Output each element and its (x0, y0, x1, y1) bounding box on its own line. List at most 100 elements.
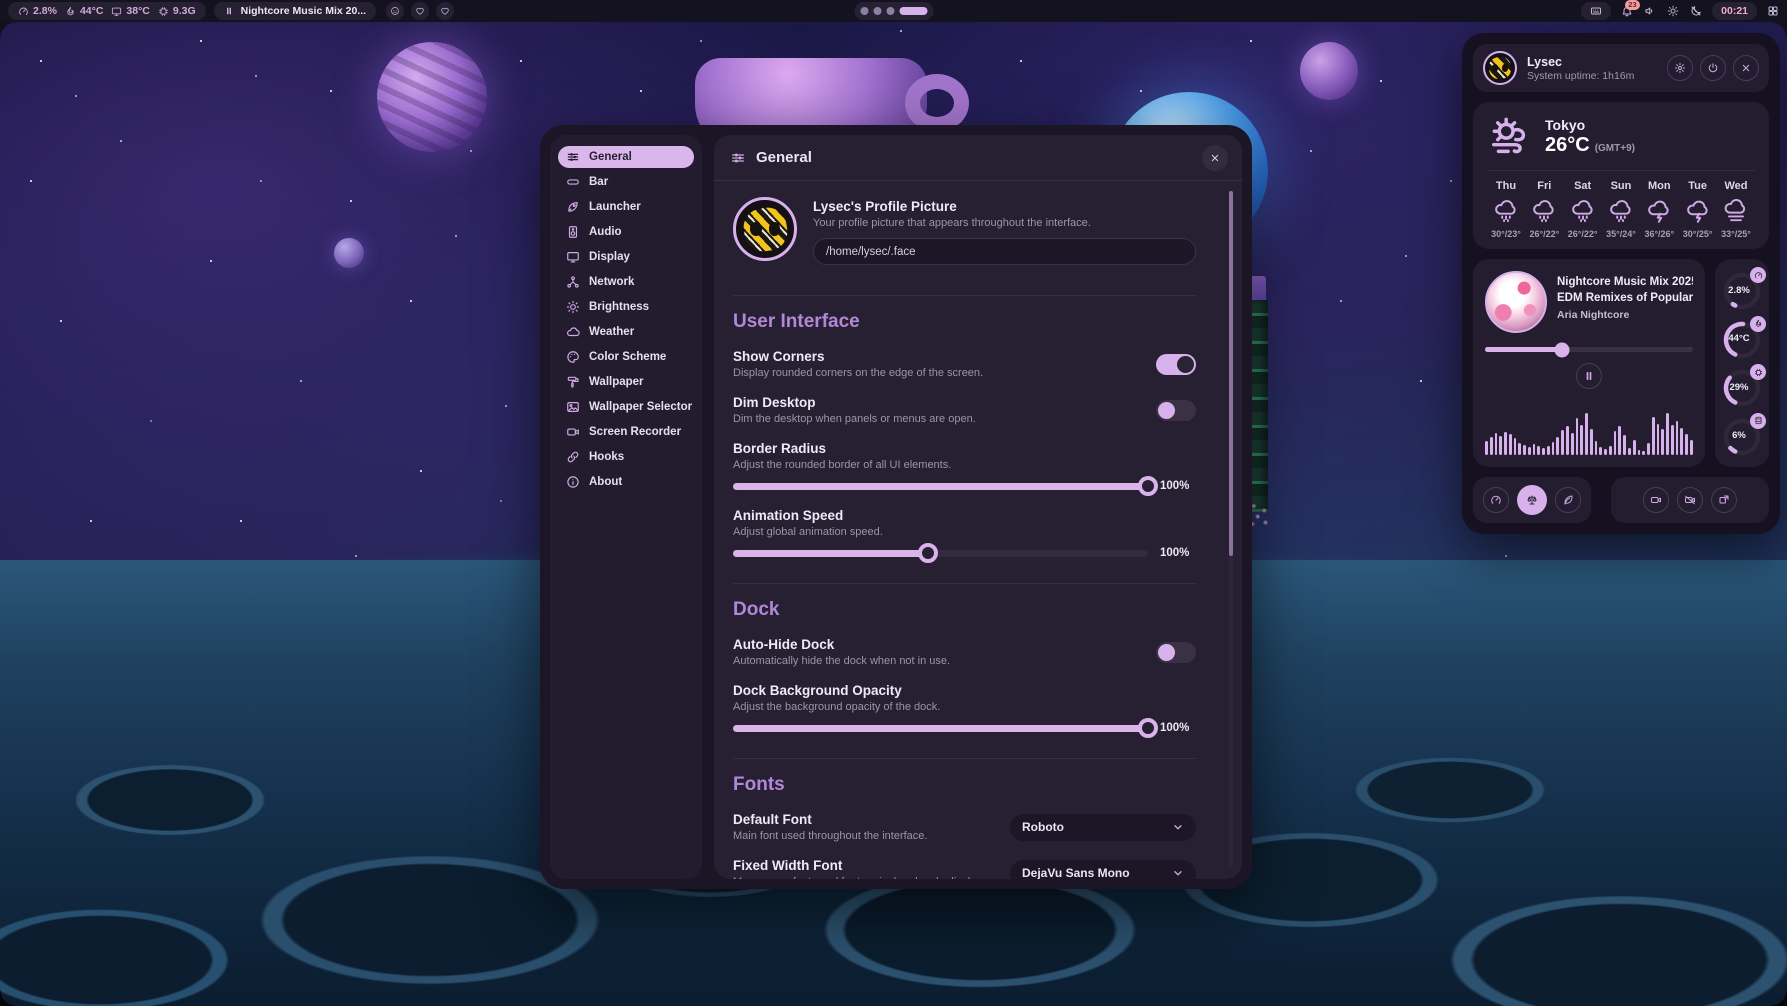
workspace-2[interactable] (873, 7, 881, 15)
toggle-dim-desktop[interactable] (1156, 400, 1196, 421)
storm-icon (1646, 198, 1672, 224)
pause-button[interactable] (1576, 363, 1602, 389)
dropdown-default-font[interactable]: Roboto (1010, 814, 1196, 841)
sidebar-item-label: Display (589, 251, 630, 263)
setting-description: Adjust the rounded border of all UI elem… (733, 459, 1196, 471)
notifications-button[interactable]: 23 (1621, 5, 1633, 17)
workspace-3[interactable] (886, 7, 894, 15)
scales-icon (1526, 494, 1538, 506)
toggle-show-corners[interactable] (1156, 354, 1196, 375)
small-planet (334, 238, 364, 268)
sidebar-item-label: General (589, 151, 632, 163)
sidebar-item-network[interactable]: Network (558, 271, 694, 293)
sidebar-item-display[interactable]: Display (558, 246, 694, 268)
setting-description: Automatically hide the dock when not in … (733, 655, 1140, 667)
settings-button[interactable] (1667, 55, 1693, 81)
screen-record-button[interactable] (1643, 487, 1669, 513)
power-profile-performance-button[interactable] (1483, 487, 1509, 513)
sidebar-item-launcher[interactable]: Launcher (558, 196, 694, 218)
sidebar-item-hooks[interactable]: Hooks (558, 446, 694, 468)
slider-border-radius[interactable] (733, 483, 1148, 490)
sidebar-item-about[interactable]: About (558, 471, 694, 493)
sidebar-item-screen-recorder[interactable]: Screen Recorder (558, 421, 694, 443)
sidebar-item-weather[interactable]: Weather (558, 321, 694, 343)
power-profile-balanced-button[interactable] (1517, 485, 1547, 515)
brightness-button[interactable] (1667, 5, 1679, 17)
screen-share-button[interactable] (1711, 487, 1737, 513)
dropdown-fixed-width-font[interactable]: DejaVu Sans Mono (1010, 860, 1196, 880)
screen-corner (0, 990, 16, 1006)
forecast-temps: 26°/22° (1529, 229, 1559, 239)
link-icon (566, 450, 580, 464)
overview-button[interactable] (1767, 5, 1779, 17)
sidebar-item-general[interactable]: General (558, 146, 694, 168)
clock[interactable]: 00:21 (1712, 2, 1757, 20)
visualizer-bar (1528, 447, 1531, 455)
power-button[interactable] (1700, 55, 1726, 81)
rain-icon (1493, 198, 1519, 224)
visualizer-bar (1561, 430, 1564, 455)
weather-card: Tokyo 26°C (GMT+9) Thu30°/23°Fri26°/22°S… (1473, 102, 1769, 249)
slider-value: 100% (1160, 547, 1196, 559)
visualizer-bar (1533, 444, 1536, 455)
profile-path-input[interactable] (813, 238, 1196, 265)
screen-corner (1771, 22, 1787, 38)
desktop: 2.8%44°C38°C9.3G Nightcore Music Mix 20.… (0, 0, 1787, 1006)
setting-row-auto-hide-dock: Auto-Hide Dock Automatically hide the doc… (733, 637, 1196, 667)
sidebar-item-wallpaper-selector[interactable]: Wallpaper Selector (558, 396, 694, 418)
sidebar-item-wallpaper[interactable]: Wallpaper (558, 371, 694, 393)
favorite-button[interactable] (411, 2, 429, 20)
workspace-4[interactable] (899, 7, 927, 15)
flame-icon (1754, 319, 1763, 328)
sidebar-item-label: Hooks (589, 451, 624, 463)
sliders-icon (566, 150, 580, 164)
sidebar-item-brightness[interactable]: Brightness (558, 296, 694, 318)
close-panel-button[interactable] (1733, 55, 1759, 81)
info-icon (566, 475, 580, 489)
dropdown-value: Roboto (1022, 820, 1064, 834)
video-icon (566, 425, 580, 439)
toggle-auto-hide-dock[interactable] (1156, 642, 1196, 663)
sliders-icon (730, 150, 746, 166)
scrollbar[interactable] (1229, 191, 1233, 867)
slider-dock-background-opacity[interactable] (733, 725, 1148, 732)
sidebar-item-bar[interactable]: Bar (558, 171, 694, 193)
camera-off-button[interactable] (1677, 487, 1703, 513)
assistant-button[interactable] (386, 2, 404, 20)
setting-title: Border Radius (733, 441, 1196, 456)
setting-row-default-font: Default FontMain font used throughout th… (733, 812, 1196, 842)
sidebar-item-label: Wallpaper (589, 376, 644, 388)
setting-row-show-corners: Show CornersDisplay rounded corners on t… (733, 349, 1196, 379)
forecast-day-thu: Thu30°/23° (1487, 180, 1525, 239)
visualizer-bar (1647, 443, 1650, 455)
gauge-2-8: 2.8% (1720, 268, 1764, 312)
favorite-button-2[interactable] (436, 2, 454, 20)
stat-2: 38°C (111, 5, 149, 17)
section-heading-user-interface: User Interface (733, 311, 1196, 333)
sidebar-item-label: Brightness (589, 301, 649, 313)
media-pill[interactable]: Nightcore Music Mix 20... (214, 2, 376, 20)
visualizer-bar (1490, 437, 1493, 455)
cloud-icon (566, 325, 580, 339)
setting-title: Animation Speed (733, 508, 1196, 523)
track-progress-slider[interactable] (1485, 347, 1693, 352)
workspace-1[interactable] (860, 7, 868, 15)
night-light-button[interactable] (1690, 5, 1702, 17)
visualizer-bar (1566, 426, 1569, 455)
sidebar-item-audio[interactable]: Audio (558, 221, 694, 243)
sidebar-item-color-scheme[interactable]: Color Scheme (558, 346, 694, 368)
visualizer-bar (1523, 445, 1526, 455)
setting-title: Auto-Hide Dock (733, 637, 1140, 652)
close-button[interactable] (1202, 145, 1228, 171)
power-profile-power-saver-button[interactable] (1555, 487, 1581, 513)
setting-description: Display rounded corners on the edge of t… (733, 367, 1140, 379)
keyboard-layout-button[interactable] (1581, 2, 1611, 20)
visualizer-bar (1556, 437, 1559, 455)
visualizer-bar (1537, 446, 1540, 455)
visualizer-bar (1628, 448, 1631, 455)
slider-animation-speed[interactable] (733, 550, 1148, 557)
volume-button[interactable] (1644, 5, 1656, 17)
workspace-indicator[interactable] (854, 2, 933, 20)
scrollbar-thumb[interactable] (1229, 191, 1233, 556)
visualizer-bar (1690, 440, 1693, 455)
